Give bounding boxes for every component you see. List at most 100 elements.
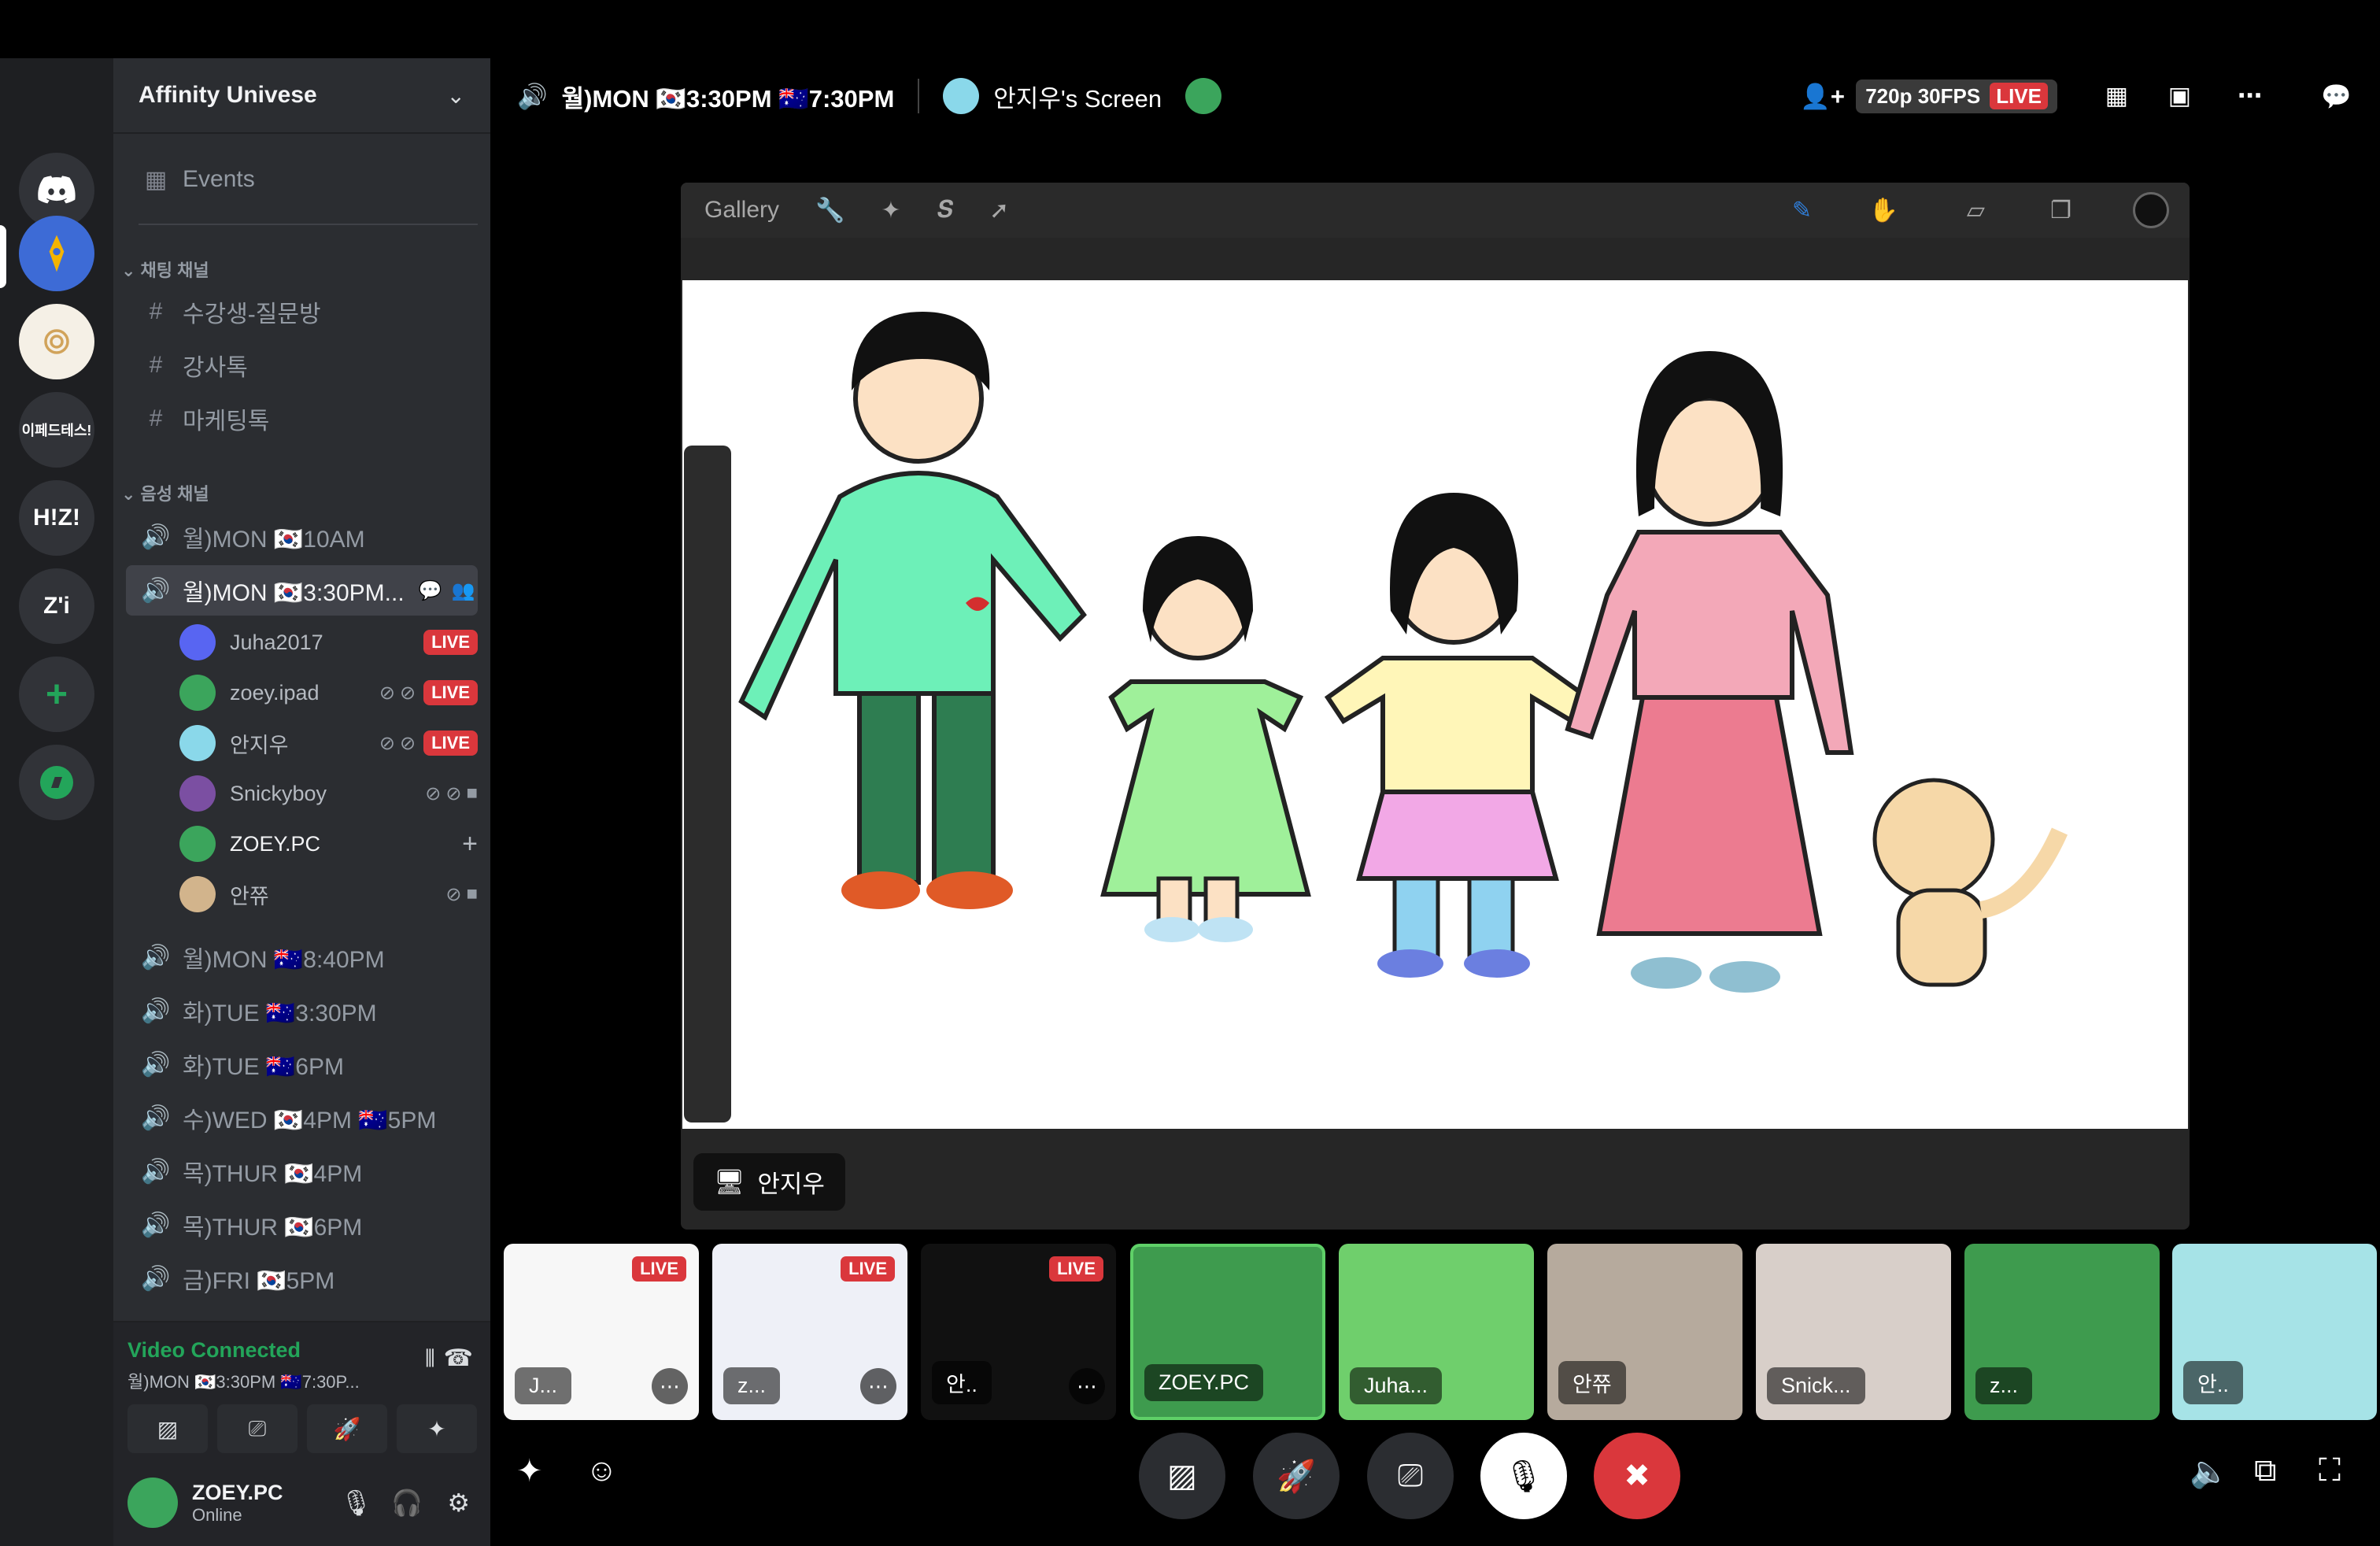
- smudge-icon: ✋: [1868, 197, 1898, 224]
- camera-icon: ■: [466, 782, 479, 804]
- small-girl-figure: [1100, 536, 1311, 942]
- activity-button[interactable]: 🚀: [1253, 1433, 1340, 1519]
- voice-channel[interactable]: 🔊 수)WED 🇰🇷4PM 🇦🇺5PM: [126, 1093, 478, 1143]
- yelu-server-icon[interactable]: [19, 304, 94, 379]
- participant-tile[interactable]: LIVE J... ⋯: [504, 1244, 699, 1420]
- boy-figure: [738, 312, 1087, 909]
- speaker-icon: 🔊: [141, 1158, 171, 1185]
- avatar[interactable]: [128, 1478, 178, 1528]
- server-header[interactable]: Affinity Univese ⌄: [113, 58, 490, 134]
- more-icon[interactable]: ⋯: [1069, 1368, 1105, 1404]
- soundboard-button[interactable]: ✦: [397, 1404, 477, 1453]
- screen-title: 안지우's Screen: [993, 84, 1162, 113]
- voice-channel[interactable]: 🔊 월)MON 🇦🇺8:40PM: [126, 932, 478, 982]
- voice-channel[interactable]: 🔊 화)TUE 🇦🇺6PM: [126, 1039, 478, 1089]
- popout-icon[interactable]: ▣: [2168, 82, 2191, 110]
- voice-channel[interactable]: 🔊 금)FRI 🇰🇷5PM: [126, 1253, 478, 1304]
- member-row[interactable]: 안지우 ⊘ ⊘ LIVE: [179, 721, 478, 765]
- participant-tile[interactable]: LIVE z... ⋯: [712, 1244, 907, 1420]
- chat-icon[interactable]: 💬: [2321, 82, 2352, 111]
- username: ZOEY.PC: [192, 1480, 283, 1504]
- voice-category[interactable]: ⌄ 음성 채널: [121, 480, 209, 505]
- soundboard-icon[interactable]: ✦: [516, 1453, 543, 1489]
- channel-instructor[interactable]: # 강사톡: [126, 340, 478, 390]
- affinity-server-icon[interactable]: [19, 216, 94, 291]
- member-row[interactable]: ZOEY.PC +: [179, 822, 478, 866]
- voice-channel[interactable]: 🔊 화)TUE 🇦🇺3:30PM: [126, 986, 478, 1036]
- noise-suppression-icon[interactable]: ⦀: [425, 1346, 435, 1373]
- video-connected-status[interactable]: Video Connected: [128, 1338, 301, 1363]
- add-friend-icon[interactable]: 👤+: [1800, 82, 1845, 111]
- add-member-icon[interactable]: 👥: [452, 579, 475, 602]
- more-options-icon[interactable]: ⋯: [2238, 82, 2262, 110]
- channel-label: 금)FRI 🇰🇷5PM: [183, 1268, 335, 1294]
- participant-tile[interactable]: 안쮸: [1547, 1244, 1743, 1420]
- pad-test-server[interactable]: 이페드테스!: [19, 392, 94, 468]
- channel-qna[interactable]: # 수강생-질문방: [126, 287, 478, 337]
- explore-icon[interactable]: [19, 745, 94, 820]
- participant-tile[interactable]: Juha...: [1339, 1244, 1534, 1420]
- settings-gear-icon[interactable]: ⚙: [447, 1488, 470, 1518]
- quality-badge[interactable]: 720p 30FPS LIVE: [1856, 79, 2057, 113]
- share-screen-button[interactable]: ⎚: [217, 1404, 298, 1453]
- voice-channel-active[interactable]: 🔊 월)MON 🇰🇷3:30PM... 💬 👥: [126, 565, 478, 616]
- live-badge: LIVE: [1049, 1256, 1103, 1282]
- calendar-icon: ▦: [144, 166, 168, 193]
- member-row[interactable]: zoey.ipad ⊘ ⊘ LIVE: [179, 671, 478, 715]
- voice-channel[interactable]: 🔊 목)THUR 🇰🇷6PM: [126, 1200, 478, 1250]
- hash-icon: #: [149, 405, 163, 431]
- headphones-icon[interactable]: 🎧: [391, 1488, 423, 1518]
- share-screen-button[interactable]: ⎚: [1367, 1433, 1454, 1519]
- more-icon[interactable]: ⋯: [652, 1368, 688, 1404]
- disconnect-button[interactable]: ✖: [1594, 1433, 1680, 1519]
- channel-label: 화)TUE 🇦🇺6PM: [183, 1054, 344, 1080]
- zi-server[interactable]: Z'i: [19, 568, 94, 644]
- participant-tile[interactable]: z...: [1964, 1244, 2160, 1420]
- participant-tile[interactable]: 안..: [2172, 1244, 2377, 1420]
- popout-window-icon[interactable]: ⧉: [2254, 1453, 2277, 1489]
- speaker-icon: 🔊: [141, 1051, 171, 1078]
- events-item[interactable]: ▦ Events: [126, 154, 478, 205]
- stream-view[interactable]: Gallery 🔧 ✦ 𝑺 ➚ ✎ ✋ ▱ ❐ 🖥 안지우: [681, 183, 2190, 1230]
- channel-label: 월)MON 🇰🇷10AM: [183, 527, 365, 553]
- participant-tile[interactable]: ZOEY.PC: [1130, 1244, 1325, 1420]
- avatar: [179, 725, 216, 761]
- mic-button[interactable]: 🎙: [1480, 1433, 1567, 1519]
- member-row[interactable]: Snickyboy ⊘ ⊘ ■: [179, 771, 478, 816]
- volume-icon[interactable]: 🔈: [2190, 1453, 2229, 1490]
- disconnect-icon[interactable]: ☎: [444, 1344, 473, 1372]
- more-icon[interactable]: ⋯: [860, 1368, 896, 1404]
- voice-channel[interactable]: 🔊 목)THUR 🇰🇷4PM: [126, 1146, 478, 1196]
- family-illustration: [738, 312, 2068, 993]
- stream-owner-label: 🖥 안지우: [693, 1153, 845, 1211]
- voice-channel-1[interactable]: 🔊 월)MON 🇰🇷10AM: [126, 512, 478, 562]
- woman-figure: [1565, 351, 1854, 993]
- channel-marketing[interactable]: # 마케팅톡: [126, 394, 478, 444]
- camera-off-button[interactable]: ▨: [1139, 1433, 1225, 1519]
- headset-off-icon: ⊘: [445, 782, 462, 804]
- text-category[interactable]: ⌄ 채팅 채널: [121, 257, 209, 282]
- channel-label: 강사톡: [183, 355, 248, 381]
- plus-icon[interactable]: +: [462, 829, 478, 860]
- fullscreen-icon[interactable]: ⛶: [2319, 1453, 2341, 1489]
- member-row[interactable]: 안쮸 ⊘ ■: [179, 872, 478, 916]
- avatar: [179, 624, 216, 660]
- speaker-icon: 🔊: [141, 1104, 171, 1131]
- grid-layout-icon[interactable]: ▦: [2105, 82, 2128, 110]
- live-badge: LIVE: [423, 730, 478, 756]
- user-status: Online: [192, 1504, 242, 1525]
- participant-tile[interactable]: LIVE 안.. ⋯: [921, 1244, 1116, 1420]
- participant-tile[interactable]: Snick...: [1756, 1244, 1951, 1420]
- camera-icon: ■: [466, 883, 479, 904]
- mic-icon[interactable]: 🎙: [340, 1488, 372, 1518]
- wrench-icon: 🔧: [815, 197, 845, 224]
- chat-bubble-icon[interactable]: 💬: [419, 579, 442, 602]
- connected-channel-name[interactable]: 월)MON 🇰🇷3:30PM 🇦🇺7:30P...: [128, 1368, 360, 1393]
- hiz-server[interactable]: H!Z!: [19, 480, 94, 556]
- member-row[interactable]: Juha2017 LIVE: [179, 620, 478, 664]
- activity-button[interactable]: 🚀: [307, 1404, 387, 1453]
- add-server-icon[interactable]: +: [19, 656, 94, 732]
- emoji-icon[interactable]: ☺: [586, 1453, 618, 1489]
- camera-off-button[interactable]: ▨: [128, 1404, 208, 1453]
- speaker-icon: 🔊: [517, 82, 548, 110]
